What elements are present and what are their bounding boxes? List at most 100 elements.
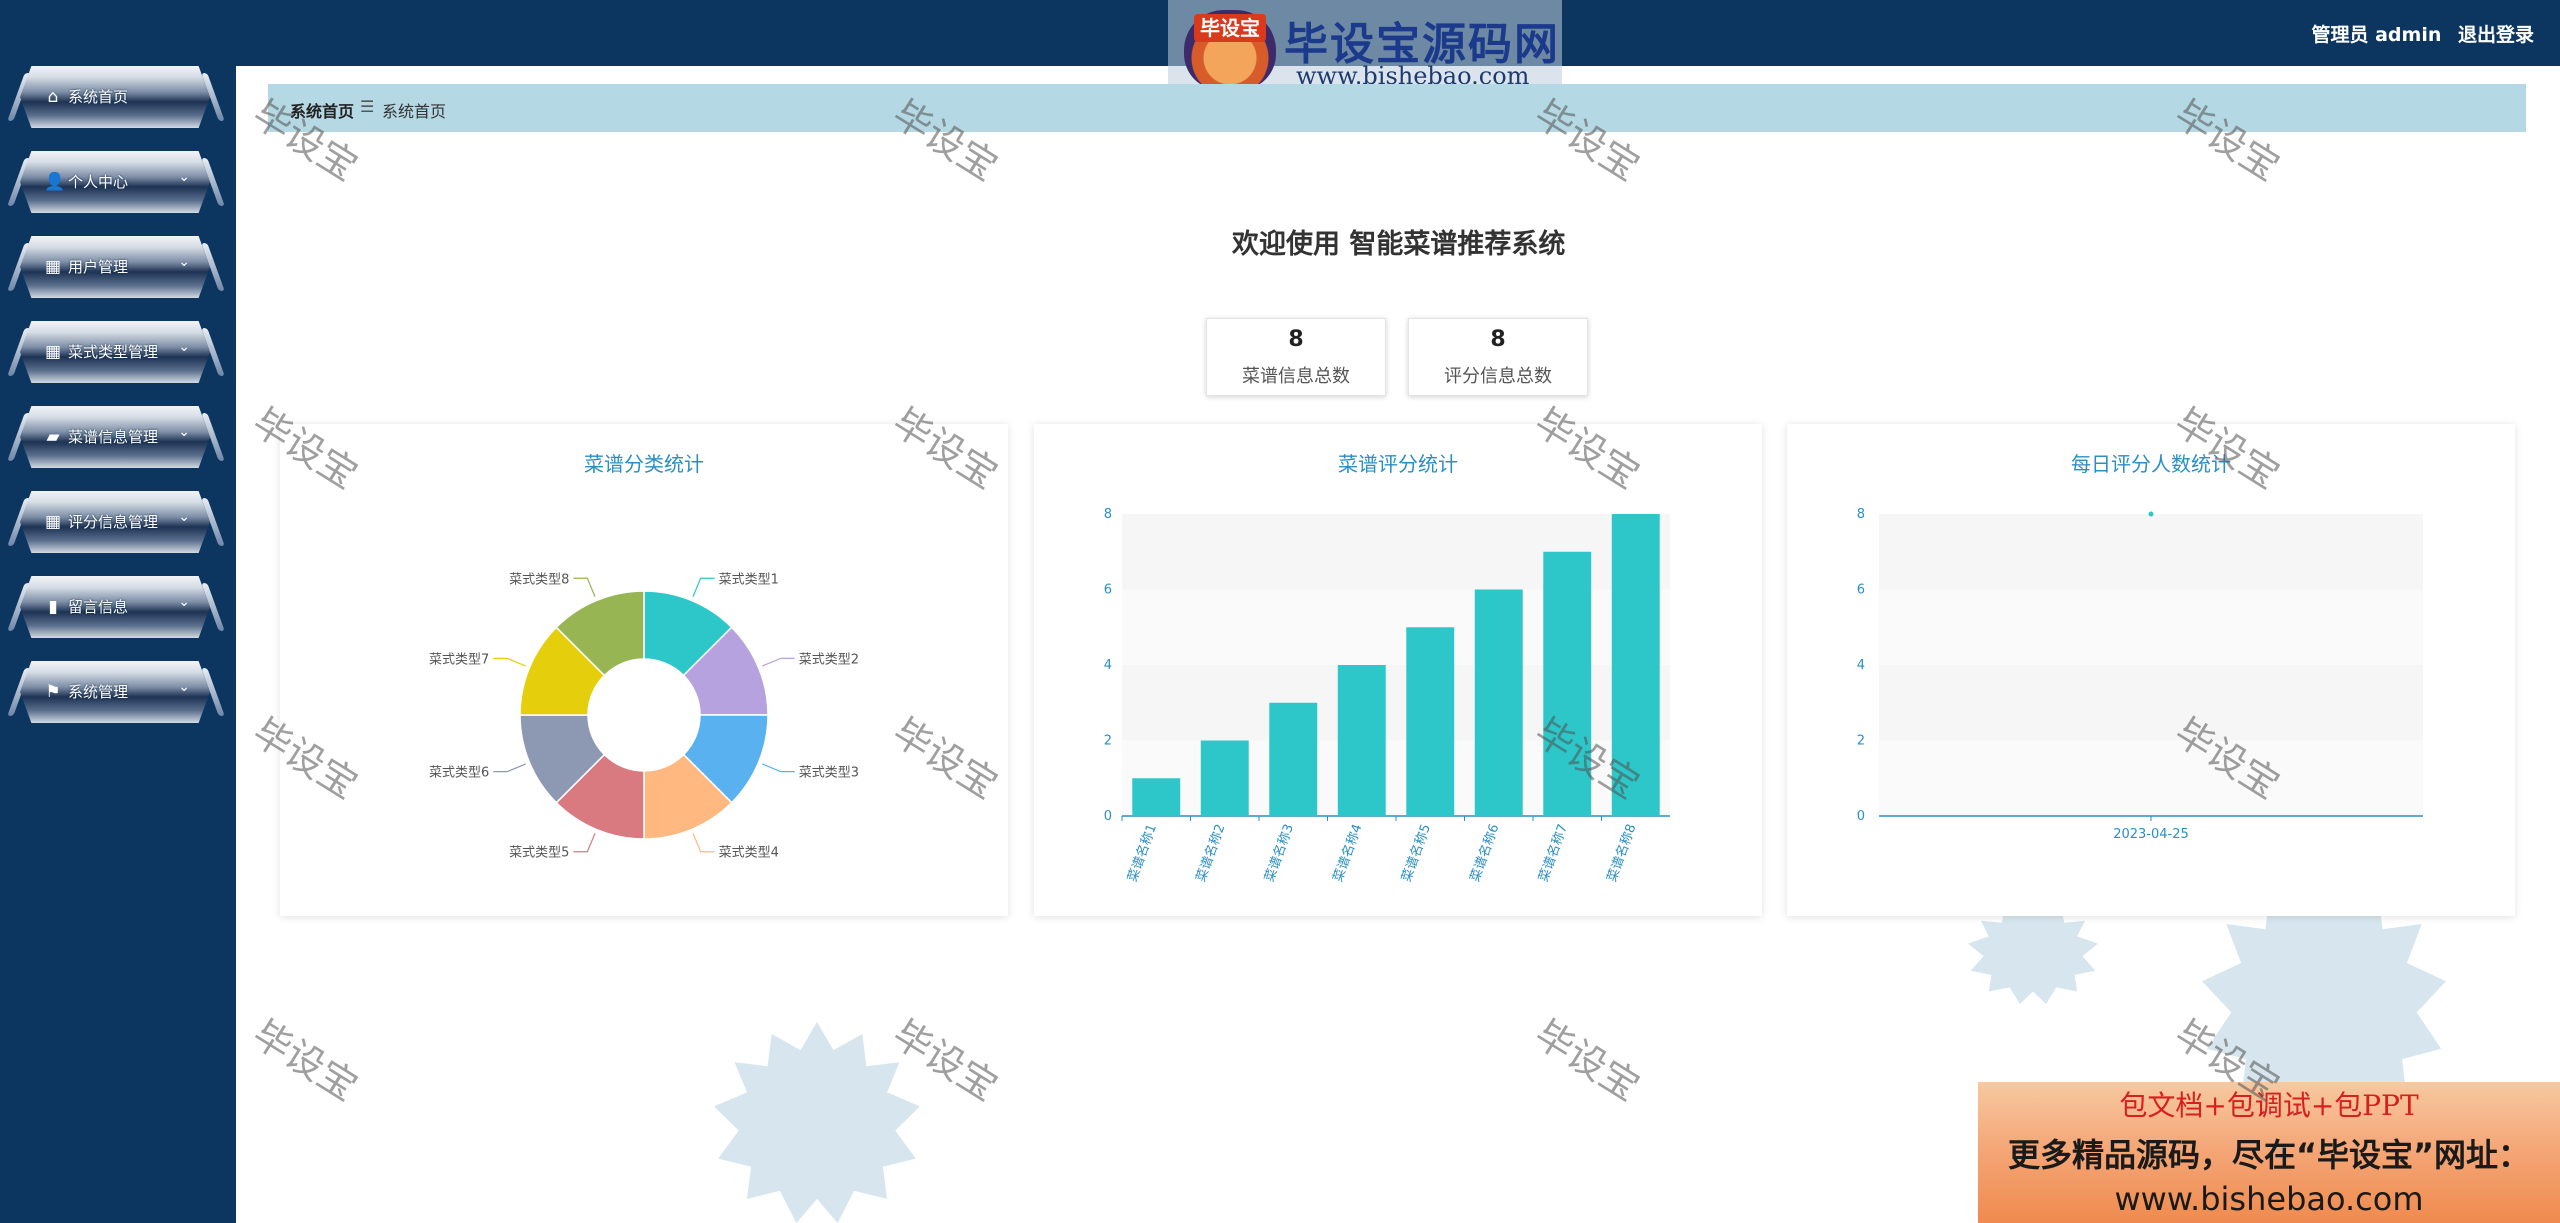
- sidebar-item-label: 评分信息管理: [68, 513, 159, 531]
- grid-band: [1879, 514, 2423, 590]
- x-tick-label: 2023-04-25: [2113, 827, 2189, 842]
- sidebar-item-label: 菜式类型管理: [68, 343, 159, 361]
- y-tick-label: 6: [1857, 583, 1865, 598]
- home-icon: ⌂: [47, 87, 59, 107]
- sidebar-item-7[interactable]: ▮ 留言信息 ⌄: [20, 576, 210, 638]
- x-tick-label: 菜谱名称2: [1193, 822, 1229, 884]
- y-tick-label: 4: [1857, 658, 1865, 673]
- admin-username: 管理员 admin: [2311, 24, 2442, 46]
- sidebar-item-label: 系统首页: [68, 88, 129, 106]
- sidebar-item-3[interactable]: ▦ 用户管理 ⌄: [20, 236, 210, 298]
- sidebar-item-label: 系统管理: [68, 683, 129, 701]
- y-tick-label: 2: [1857, 734, 1865, 749]
- chevron-down-icon: ⌄: [178, 679, 190, 695]
- watermark-text: 毕设宝: [245, 1011, 366, 1110]
- sidebar-item-6[interactable]: ▦ 评分信息管理 ⌄: [20, 491, 210, 553]
- logo-mascot-icon: 毕设宝: [1184, 10, 1276, 90]
- bar-chart-panel: 0 2 4 6 8 菜谱名称1 菜谱名称2 菜谱名称3 菜谱名称4 菜谱名称5 菜谱名称6 菜谱名称7…: [1034, 424, 1762, 916]
- breadcrumb: 系统首页 ☰ 系统首页: [268, 84, 2526, 132]
- pie-label-line: [573, 833, 596, 853]
- pie-label-line: [762, 763, 795, 773]
- pie-label-line: [762, 657, 795, 667]
- line-chart: 0 2 4 6 8 2023-04-25: [1857, 507, 2423, 842]
- promo-line-1: 包文档+包调试+包PPT: [2119, 1089, 2419, 1122]
- pie-slice-label: 菜式类型8: [509, 572, 569, 587]
- user-area: 管理员 admin 退出登录: [2301, 20, 2534, 47]
- stat-card-ratings: 8 评分信息总数: [1408, 318, 1588, 396]
- promo-banner: 包文档+包调试+包PPT 更多精品源码，尽在“毕设宝”网址： www.bishe…: [1978, 1082, 2560, 1223]
- chevron-down-icon: ⌄: [178, 509, 190, 525]
- pie-label-line: [692, 577, 715, 597]
- stat-label: 菜谱信息总数: [1242, 366, 1350, 387]
- breadcrumb-separator-icon: ☰: [360, 97, 375, 116]
- y-tick-label: 8: [1104, 507, 1112, 522]
- grid-band: [1879, 589, 2423, 665]
- y-tick-label: 2: [1104, 734, 1112, 749]
- bar: [1200, 740, 1249, 816]
- chevron-down-icon: ⌄: [178, 339, 190, 355]
- pie-label-line: [493, 657, 526, 667]
- y-tick-label: 4: [1104, 658, 1112, 673]
- pie-slice-label: 菜式类型1: [719, 572, 779, 587]
- bar: [1269, 702, 1318, 816]
- sidebar: ⌂ 系统首页 👤 个人中心 ⌄ ▦ 用户管理 ⌄ ▦ 菜式类型管理 ⌄ ▰ 菜谱信息管理 ⌄ ▦ 评分信息管理…: [0, 0, 236, 1223]
- x-tick-label: 菜谱名称4: [1330, 822, 1366, 884]
- user-icon: 👤: [44, 172, 66, 192]
- chevron-down-icon: ⌄: [178, 169, 190, 185]
- sidebar-item-8[interactable]: ⚑ 系统管理 ⌄: [20, 661, 210, 723]
- pie-slice-label: 菜式类型7: [429, 652, 489, 667]
- chevron-down-icon: ⌄: [178, 424, 190, 440]
- stat-card-recipes: 8 菜谱信息总数: [1206, 318, 1386, 396]
- pie-chart: 菜式类型1 菜式类型2 菜式类型3 菜式类型4 菜式类型5 菜式类型6 菜式类型7 菜式类型8: [429, 572, 859, 861]
- pie-slice-label: 菜式类型3: [799, 766, 859, 781]
- stat-value: 8: [1490, 327, 1506, 352]
- y-tick-label: 6: [1104, 583, 1112, 598]
- breadcrumb-home[interactable]: 系统首页: [290, 98, 354, 122]
- sidebar-item-label: 菜谱信息管理: [68, 428, 159, 446]
- pie-chart-title: 菜谱分类统计: [584, 452, 704, 476]
- grid-icon: ▦: [44, 257, 62, 277]
- stat-label: 评分信息总数: [1444, 366, 1552, 387]
- bar-chart-icon: ▮: [48, 597, 58, 617]
- bar-chart: 0 2 4 6 8 菜谱名称1 菜谱名称2 菜谱名称3 菜谱名称4 菜谱名称5 菜谱名称6 菜谱名称7…: [1104, 507, 1670, 884]
- grid-icon: ▦: [44, 512, 62, 532]
- promo-line-2: 更多精品源码，尽在“毕设宝”网址：: [2007, 1136, 2531, 1174]
- sidebar-item-label: 用户管理: [68, 258, 129, 276]
- logout-button[interactable]: 退出登录: [2458, 24, 2534, 46]
- x-tick-label: 菜谱名称7: [1535, 822, 1571, 884]
- flag-icon: ⚑: [45, 682, 61, 702]
- pie-label-line: [573, 577, 596, 597]
- logo-badge-text: 毕设宝: [1194, 14, 1266, 42]
- pie-slice-label: 菜式类型4: [719, 846, 779, 861]
- sidebar-item-5[interactable]: ▰ 菜谱信息管理 ⌄: [20, 406, 210, 468]
- sidebar-item-2[interactable]: 👤 个人中心 ⌄: [20, 151, 210, 213]
- chevron-down-icon: ⌄: [178, 254, 190, 270]
- x-tick-label: 菜谱名称3: [1261, 822, 1297, 884]
- x-tick-label: 菜谱名称8: [1604, 822, 1640, 884]
- x-tick-label: 菜谱名称5: [1398, 822, 1434, 884]
- decorative-gear: [714, 1022, 920, 1223]
- x-tick-label: 菜谱名称1: [1124, 822, 1160, 884]
- wallet-icon: ▰: [46, 427, 60, 447]
- bar-chart-title: 菜谱评分统计: [1338, 452, 1458, 476]
- watermark-text: 毕设宝: [885, 1011, 1006, 1110]
- chevron-down-icon: ⌄: [178, 594, 190, 610]
- line-chart-panel: 0 2 4 6 8 2023-04-25 每日评分人数统计: [1787, 424, 2515, 916]
- y-tick-label: 0: [1857, 809, 1865, 824]
- x-tick-label: 菜谱名称6: [1467, 822, 1503, 884]
- sidebar-item-1[interactable]: ⌂ 系统首页: [20, 66, 210, 128]
- sidebar-item-label: 留言信息: [68, 598, 129, 616]
- bar: [1337, 665, 1386, 816]
- pie-label-line: [692, 833, 715, 853]
- breadcrumb-current: 系统首页: [382, 102, 447, 121]
- bar: [1611, 514, 1660, 816]
- watermark-text: 毕设宝: [1527, 1011, 1648, 1110]
- bar: [1406, 627, 1455, 816]
- pie-slice-label: 菜式类型2: [799, 652, 859, 667]
- grid-band: [1879, 740, 2423, 816]
- y-tick-label: 8: [1857, 507, 1865, 522]
- pie-slice-label: 菜式类型5: [509, 846, 569, 861]
- pie-slice-label: 菜式类型6: [429, 766, 489, 781]
- pie-label-line: [493, 763, 526, 773]
- sidebar-item-4[interactable]: ▦ 菜式类型管理 ⌄: [20, 321, 210, 383]
